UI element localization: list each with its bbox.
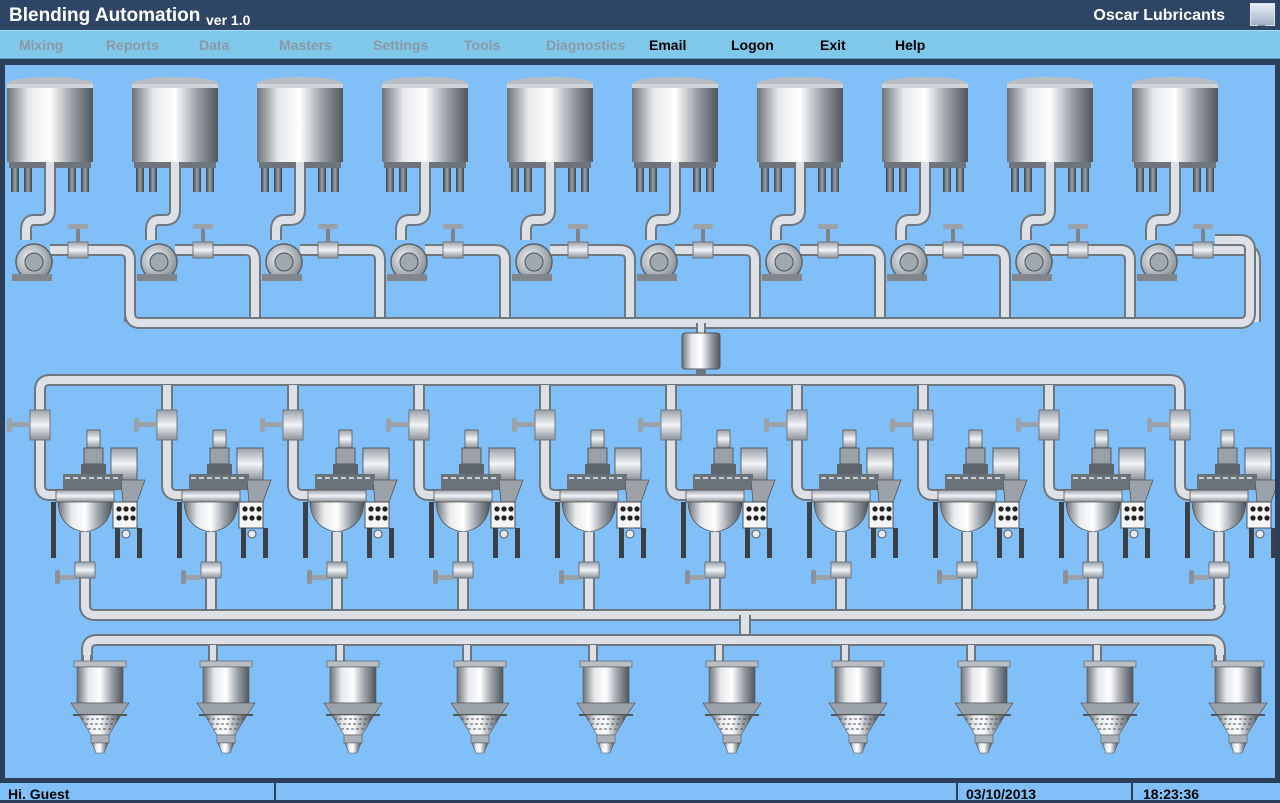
mixer-row [51,430,1275,610]
app-title: Blending Automation [9,5,201,26]
outlet-header-pipe [79,604,1226,635]
minimize-icon: _ [1258,12,1266,27]
plant-diagram [5,65,1275,754]
status-time: 18:23:36 [1131,783,1280,803]
menu-email[interactable]: Email [649,37,686,53]
status-date: 03/10/2013 [956,783,1131,803]
central-filter [681,332,721,379]
menu-bar: Mixing Reports Data Masters Settings Too… [0,30,1280,59]
menu-reports[interactable]: Reports [106,37,159,53]
plant-canvas [5,65,1275,778]
plant-view-frame [0,59,1280,780]
menu-mixing[interactable]: Mixing [19,37,63,53]
menu-data[interactable]: Data [199,37,229,53]
minimize-button[interactable]: _ [1250,3,1275,27]
menu-tools[interactable]: Tools [464,37,500,53]
menu-help[interactable]: Help [895,37,925,53]
title-bar: Blending Automation ver 1.0 Oscar Lubric… [0,0,1280,30]
menu-settings[interactable]: Settings [373,37,428,53]
company-name: Oscar Lubricants [1093,7,1225,24]
status-greeting: Hi. Guest [8,786,70,802]
storage-tank-row [7,77,1255,322]
filling-header-pipe [81,634,1226,665]
menu-logon[interactable]: Logon [731,37,774,53]
menu-diagnostics[interactable]: Diagnostics [546,37,625,53]
menu-masters[interactable]: Masters [279,37,332,53]
status-bar: Hi. Guest 03/10/2013 18:23:36 [0,780,1280,803]
filling-hopper-row [70,660,1268,754]
app-version: ver 1.0 [206,12,251,28]
menu-exit[interactable]: Exit [820,37,846,53]
status-message [274,783,956,803]
